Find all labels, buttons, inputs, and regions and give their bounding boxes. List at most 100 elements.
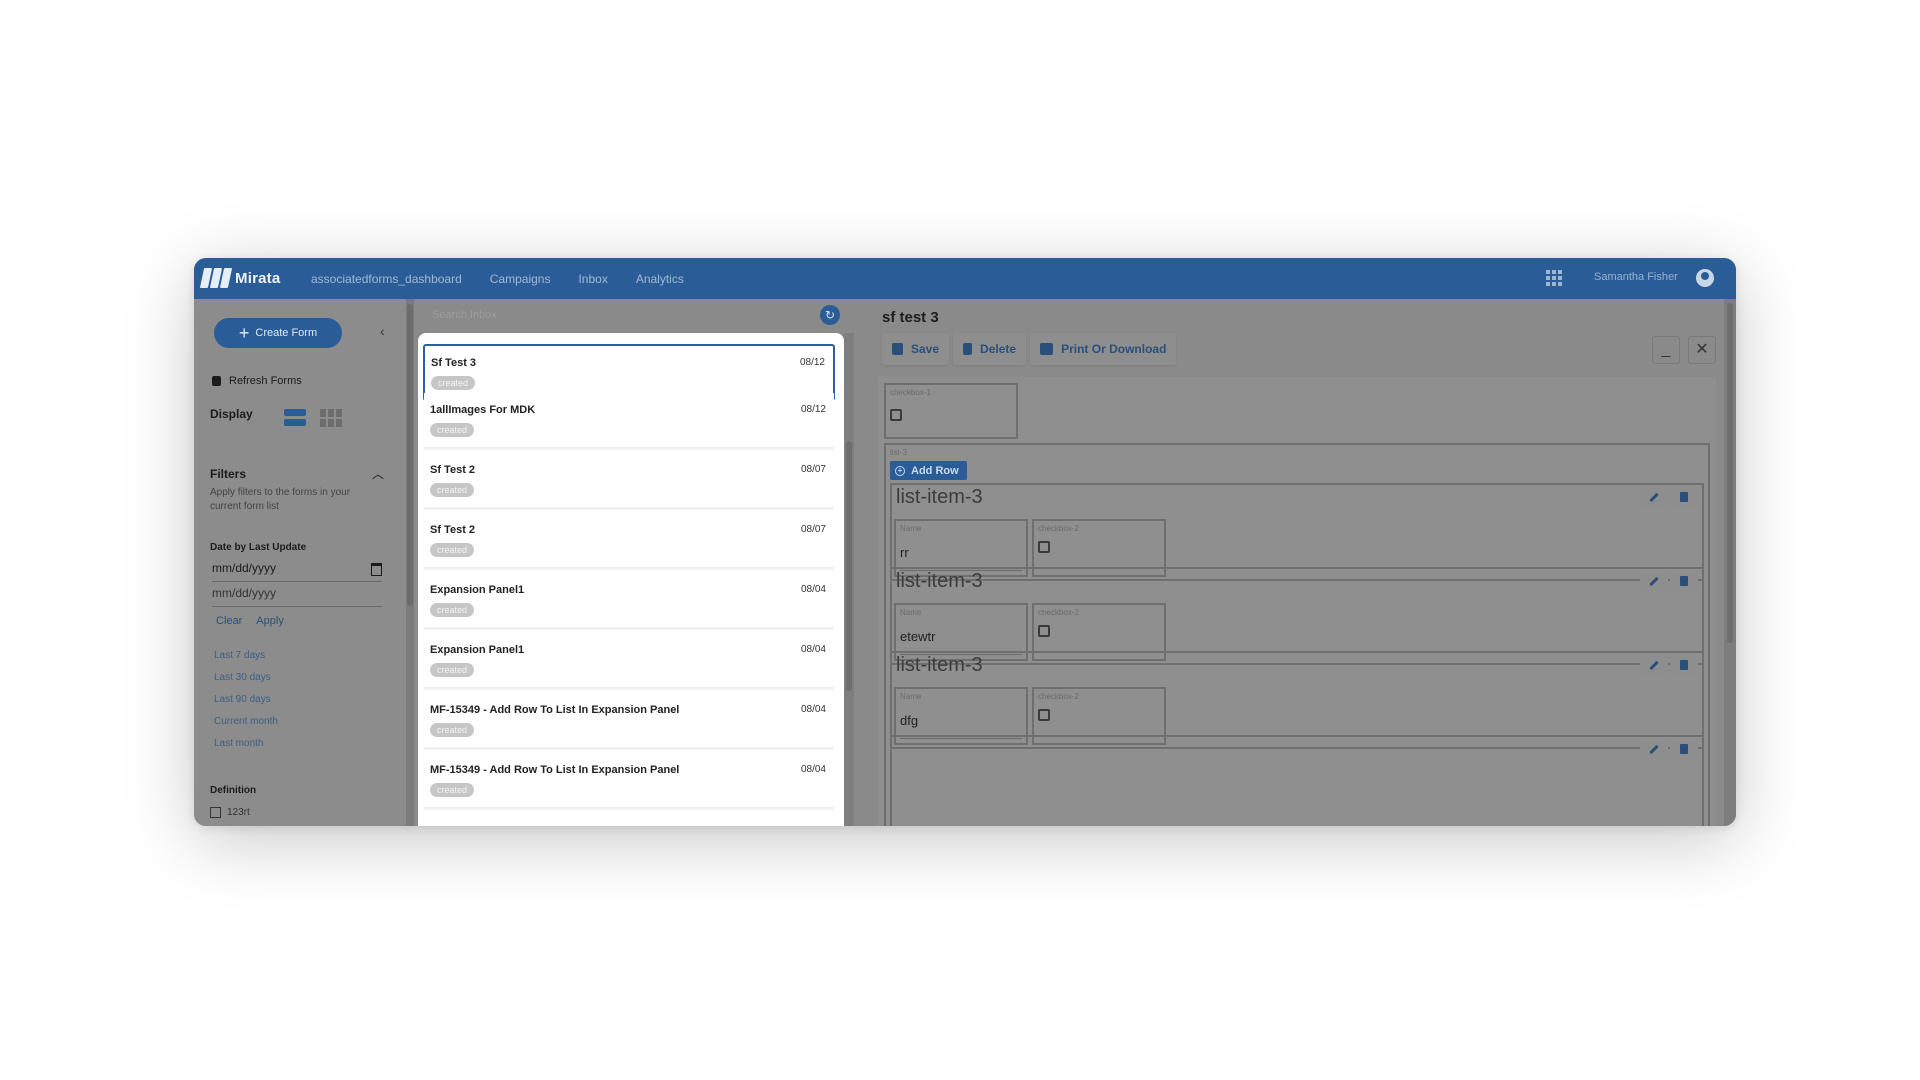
quick-filter-current-month[interactable]: Current month xyxy=(214,711,278,733)
item-title: Sf Test 3 xyxy=(431,357,477,369)
app-window: Mirata associatedforms_dashboard Campaig… xyxy=(194,258,1736,826)
trash-icon xyxy=(1680,744,1688,754)
date-from-field[interactable]: mm/dd/yyyy xyxy=(212,561,382,582)
name-value: etewtr xyxy=(900,629,936,644)
checkbox-2-label: checkbox-2 xyxy=(1038,524,1079,533)
add-row-button[interactable]: + Add Row xyxy=(890,461,967,480)
grid-view-icon[interactable] xyxy=(320,409,342,427)
sidebar: + Create Form ‹ Refresh Forms Display Fi… xyxy=(194,299,406,826)
trash-icon xyxy=(1680,576,1688,586)
delete-item-button[interactable] xyxy=(1670,655,1698,675)
edit-button[interactable] xyxy=(1640,655,1668,675)
definition-option[interactable]: 123rt xyxy=(210,807,250,818)
nav-dashboard[interactable]: associatedforms_dashboard xyxy=(311,272,462,286)
print-icon xyxy=(1040,343,1054,355)
nav-inbox[interactable]: Inbox xyxy=(578,272,607,286)
create-form-button[interactable]: + Create Form xyxy=(214,318,342,348)
item-title: Expansion Panel1 xyxy=(430,644,525,656)
delete-label: Delete xyxy=(980,342,1017,356)
quick-filter-last-7[interactable]: Last 7 days xyxy=(214,645,278,667)
list-item[interactable]: MF-15349 - Add Row To List In Expansion … xyxy=(424,753,834,810)
item-date: 08/04 xyxy=(800,764,826,775)
form-canvas: checkbox-1 list-3 + Add Row list-item-3 xyxy=(878,377,1716,826)
form-scrollbar[interactable] xyxy=(1724,299,1736,826)
list-item[interactable]: Expansion Panel1 08/04 created xyxy=(424,573,834,630)
pencil-icon xyxy=(1649,744,1659,754)
save-button[interactable]: Save xyxy=(882,333,950,365)
edit-button[interactable] xyxy=(1640,487,1668,507)
list-view-icon[interactable] xyxy=(284,409,306,427)
date-filter-label: Date by Last Update xyxy=(210,542,307,553)
list-item-row xyxy=(890,735,1704,826)
list-item[interactable]: Sf Test 2 08/07 created xyxy=(424,453,834,510)
item-date: 08/07 xyxy=(800,524,826,535)
status-badge: created xyxy=(430,543,475,557)
name-value: dfg xyxy=(900,713,919,728)
clear-button[interactable]: Clear xyxy=(216,615,242,627)
pencil-icon xyxy=(1649,492,1659,502)
user-name[interactable]: Samantha Fisher xyxy=(1594,271,1678,283)
checkbox-1-label: checkbox-1 xyxy=(890,388,931,397)
checkbox-2[interactable] xyxy=(1038,625,1050,637)
refresh-inbox-icon[interactable]: ↻ xyxy=(820,305,840,325)
quick-filter-last-30[interactable]: Last 30 days xyxy=(214,667,278,689)
apply-button[interactable]: Apply xyxy=(256,615,284,627)
refresh-forms-button[interactable]: Refresh Forms xyxy=(212,375,302,387)
date-to-field[interactable]: mm/dd/yyyy xyxy=(212,586,382,607)
calendar-icon[interactable] xyxy=(371,563,382,576)
date-from-value: mm/dd/yyyy xyxy=(212,561,277,575)
add-circle-icon: + xyxy=(895,465,905,476)
quick-filter-last-month[interactable]: Last month xyxy=(214,733,278,755)
checkbox-2[interactable] xyxy=(1038,541,1050,553)
delete-item-button[interactable] xyxy=(1670,571,1698,591)
checkbox-2[interactable] xyxy=(1038,709,1050,721)
user-avatar-icon[interactable] xyxy=(1696,269,1714,287)
sidebar-scrollbar[interactable] xyxy=(406,299,414,826)
delete-item-button[interactable] xyxy=(1670,739,1698,759)
list-item-actions xyxy=(1640,739,1698,759)
delete-button[interactable]: Delete xyxy=(953,333,1027,365)
definition-label: Definition xyxy=(210,785,257,796)
list-item-title: list-item-3 xyxy=(896,654,983,676)
delete-item-button[interactable] xyxy=(1670,487,1698,507)
minimize-button[interactable]: _ xyxy=(1652,336,1680,364)
pencil-icon xyxy=(1649,660,1659,670)
apps-grid-icon[interactable] xyxy=(1546,270,1562,286)
item-title: Expansion Panel1 xyxy=(430,584,525,596)
nav-analytics[interactable]: Analytics xyxy=(636,272,684,286)
form-detail-panel: sf test 3 Save Delete Print Or Download … xyxy=(860,299,1736,826)
save-label: Save xyxy=(911,342,940,356)
chevron-up-icon[interactable]: ︿ xyxy=(372,465,384,482)
list-item[interactable]: Expansion Panel1 08/04 created xyxy=(424,633,834,690)
print-download-button[interactable]: Print Or Download xyxy=(1030,333,1177,365)
list-item[interactable]: MF-15349 - Add Row To List In Expansion … xyxy=(424,693,834,750)
save-icon xyxy=(892,343,903,355)
item-title: Sf Test 2 xyxy=(430,464,476,476)
close-button[interactable]: ✕ xyxy=(1688,336,1716,364)
search-inbox-input[interactable] xyxy=(430,305,814,325)
filters-description: Apply filters to the forms in your curre… xyxy=(210,487,351,512)
plus-icon: + xyxy=(238,323,250,343)
status-badge: created xyxy=(431,376,476,390)
checkbox-1-field: checkbox-1 xyxy=(884,383,1018,439)
item-date: 08/12 xyxy=(799,357,825,368)
date-to-value: mm/dd/yyyy xyxy=(212,586,277,600)
quick-filter-last-90[interactable]: Last 90 days xyxy=(214,689,278,711)
status-badge: created xyxy=(430,483,475,497)
status-badge: created xyxy=(430,423,475,437)
edit-button[interactable] xyxy=(1640,571,1668,591)
collapse-sidebar-icon[interactable]: ‹ xyxy=(380,323,385,339)
brand-logo[interactable]: Mirata xyxy=(199,266,280,290)
list-item[interactable]: 1allImages For MDK 08/12 created xyxy=(424,393,834,450)
list-item-actions xyxy=(1640,655,1698,675)
name-value: rr xyxy=(900,545,909,560)
edit-button[interactable] xyxy=(1640,739,1668,759)
name-label: Name xyxy=(900,692,922,701)
checkbox-1[interactable] xyxy=(890,409,902,421)
refresh-forms-label: Refresh Forms xyxy=(229,375,302,387)
nav-campaigns[interactable]: Campaigns xyxy=(490,272,551,286)
list-item[interactable]: Sf Test 2 08/07 created xyxy=(424,513,834,570)
definition-checkbox[interactable] xyxy=(210,807,221,818)
name-label: Name xyxy=(900,608,922,617)
inbox-scrollbar[interactable] xyxy=(844,333,854,826)
